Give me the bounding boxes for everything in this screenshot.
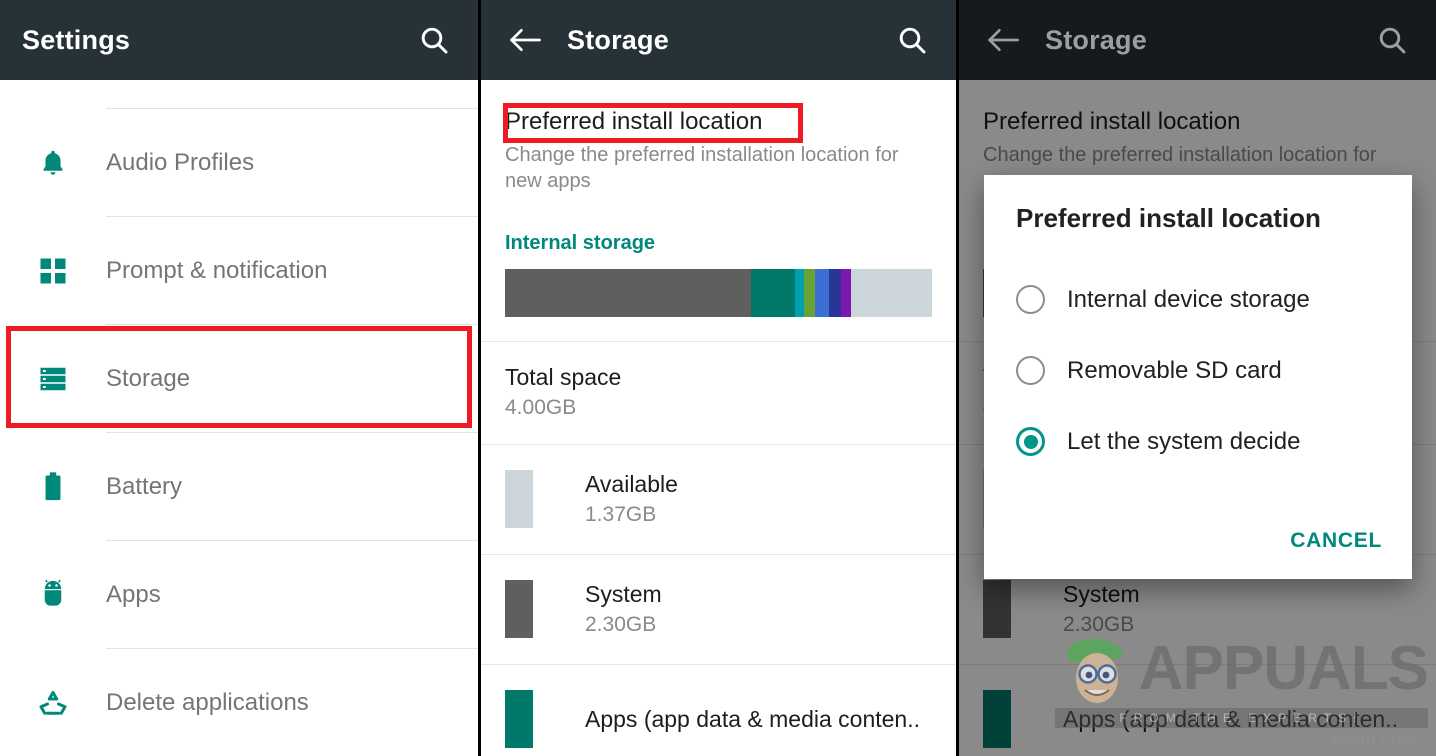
- internal-storage-label: Internal storage: [481, 232, 956, 255]
- total-space-row: Total space 4.00GB: [481, 342, 956, 444]
- search-icon[interactable]: [1370, 18, 1414, 62]
- bar-segment-apps: [751, 269, 796, 317]
- bar-segment-audio: [815, 269, 830, 317]
- preferred-install-location-row[interactable]: Preferred install location Change the pr…: [481, 80, 956, 216]
- sidebar-item-storage[interactable]: Storage: [0, 325, 478, 433]
- sidebar-item-label: Delete applications: [106, 689, 309, 717]
- sidebar-item-label: Apps: [106, 581, 161, 609]
- color-swatch: [505, 580, 533, 638]
- row-label: Available: [585, 471, 678, 498]
- storage-row-apps[interactable]: Apps (app data & media conten..: [481, 664, 956, 756]
- row-divider: [481, 554, 956, 555]
- bar-segment-pictures: [804, 269, 815, 317]
- storage-appbar: Storage: [481, 0, 956, 80]
- page-title: Settings: [22, 25, 130, 56]
- dialog-panel: Storage Preferred install location Chang…: [956, 0, 1436, 756]
- sidebar-item-label: Prompt & notification: [106, 257, 327, 285]
- bar-segment-other: [841, 269, 851, 317]
- row-text: Apps (app data & media conten..: [585, 706, 920, 733]
- sidebar-item-battery[interactable]: Battery: [0, 433, 478, 541]
- battery-icon: [0, 471, 106, 503]
- radio-option-internal-device-storage[interactable]: Internal device storage: [1016, 264, 1380, 335]
- storage-icon: [0, 364, 106, 394]
- bar-segment-system: [505, 269, 751, 317]
- storage-panel: Storage Preferred install location Chang…: [478, 0, 956, 756]
- radio-option-label: Removable SD card: [1067, 357, 1282, 385]
- row-divider: [481, 664, 956, 665]
- recycle-icon: [0, 688, 106, 718]
- radio-button-unchecked-icon[interactable]: [1016, 356, 1045, 385]
- storage-bar-wrap: [481, 255, 956, 341]
- settings-appbar: Settings: [0, 0, 478, 80]
- back-arrow-icon[interactable]: [981, 18, 1025, 62]
- grid-icon: [0, 256, 106, 286]
- row-value: 2.30GB: [585, 613, 662, 637]
- sidebar-item-delete-applications[interactable]: Delete applications: [0, 649, 478, 756]
- page-title: Storage: [567, 25, 669, 56]
- bar-segment-cached: [795, 269, 804, 317]
- storage-usage-bar: [505, 269, 932, 317]
- sidebar-item-label: Battery: [106, 473, 182, 501]
- bar-segment-misc: [829, 269, 840, 317]
- bell-icon: [0, 147, 106, 179]
- row-text: Available 1.37GB: [585, 471, 678, 527]
- radio-button-unchecked-icon[interactable]: [1016, 285, 1045, 314]
- android-icon: [0, 579, 106, 611]
- radio-button-checked-icon[interactable]: [1016, 427, 1045, 456]
- total-space-value: 4.00GB: [505, 396, 932, 420]
- storage-appbar-dimmed: Storage: [959, 0, 1436, 80]
- total-space-label: Total space: [505, 364, 932, 391]
- dialog-actions: CANCEL: [1290, 529, 1382, 553]
- row-divider: [481, 444, 956, 445]
- search-icon[interactable]: [890, 18, 934, 62]
- settings-panel: Settings Audio Profiles: [0, 0, 478, 756]
- row-value: 1.37GB: [585, 503, 678, 527]
- storage-row-available[interactable]: Available 1.37GB: [481, 444, 956, 554]
- bar-segment-available: [851, 269, 932, 317]
- preference-title: Preferred install location: [505, 108, 762, 136]
- radio-option-let-the-system-decide[interactable]: Let the system decide: [1016, 406, 1380, 477]
- sidebar-item-prompt-notification[interactable]: Prompt & notification: [0, 217, 478, 325]
- row-label: Apps (app data & media conten..: [585, 706, 920, 733]
- color-swatch: [505, 470, 533, 528]
- sidebar-item-label: Audio Profiles: [106, 149, 254, 177]
- preferred-install-location-dialog: Preferred install location Internal devi…: [984, 175, 1412, 579]
- sidebar-item-audio-profiles[interactable]: Audio Profiles: [0, 109, 478, 217]
- screenshot-root: Settings Audio Profiles: [0, 0, 1436, 756]
- page-title: Storage: [1045, 25, 1147, 56]
- radio-option-removable-sd-card[interactable]: Removable SD card: [1016, 335, 1380, 406]
- sidebar-item-apps[interactable]: Apps: [0, 541, 478, 649]
- row-label: System: [585, 581, 662, 608]
- settings-list: Audio Profiles Prompt & notification: [0, 108, 478, 756]
- radio-option-label: Internal device storage: [1067, 286, 1310, 314]
- cancel-button[interactable]: CANCEL: [1290, 529, 1382, 552]
- storage-row-system[interactable]: System 2.30GB: [481, 554, 956, 664]
- search-icon[interactable]: [412, 18, 456, 62]
- back-arrow-icon[interactable]: [503, 18, 547, 62]
- row-text: System 2.30GB: [585, 581, 662, 637]
- radio-option-label: Let the system decide: [1067, 428, 1300, 456]
- dialog-title: Preferred install location: [1016, 203, 1380, 234]
- color-swatch: [505, 690, 533, 748]
- sidebar-item-label: Storage: [106, 365, 190, 393]
- preference-subtitle: Change the preferred installation locati…: [505, 143, 932, 194]
